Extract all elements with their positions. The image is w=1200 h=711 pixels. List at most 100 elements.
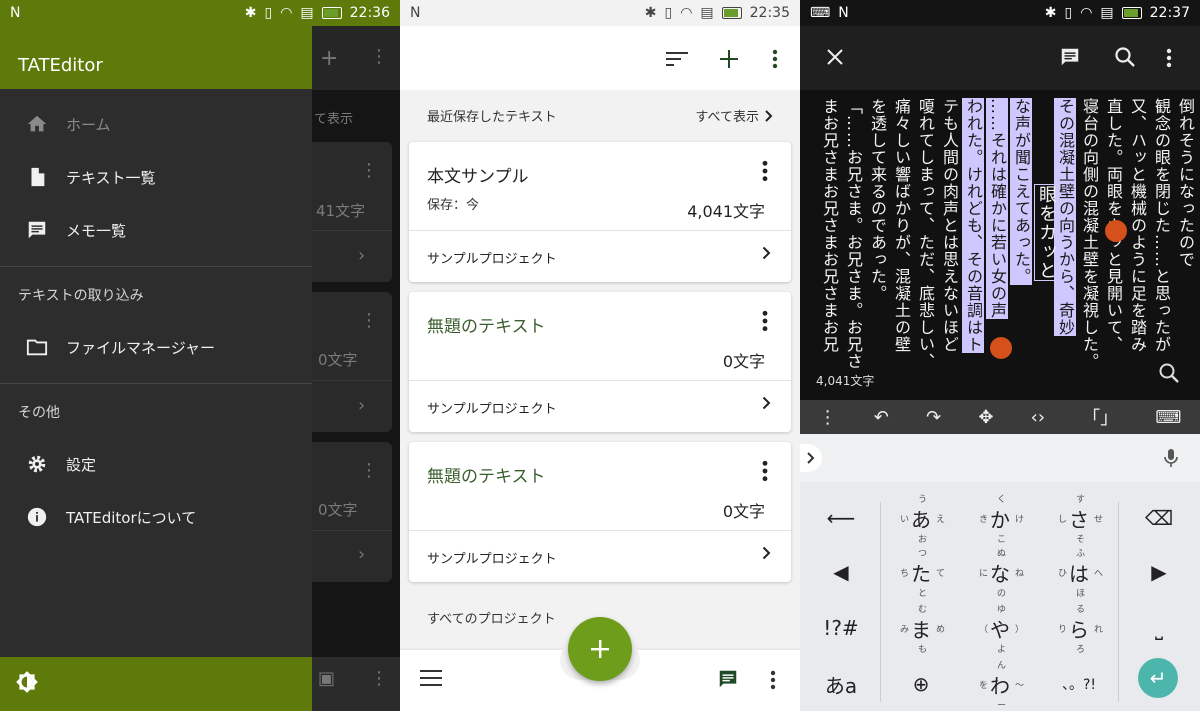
menu-icon[interactable]	[420, 670, 442, 690]
expand-chevron-icon[interactable]	[800, 444, 822, 472]
kana-key[interactable]: かくきけこ	[961, 490, 1039, 546]
kana-key-sub: み	[900, 625, 910, 635]
microphone-icon[interactable]	[1164, 448, 1178, 472]
kana-key-sub: と	[918, 589, 928, 599]
sort-icon[interactable]	[664, 46, 690, 72]
drawer-footer	[0, 657, 312, 711]
drawer-item-label: テキスト一覧	[66, 168, 156, 187]
notification-n-icon: N	[410, 5, 421, 21]
more-vert-icon[interactable]: ⋮	[819, 407, 837, 428]
drawer-item-file-manager[interactable]: ファイルマネージャー	[0, 321, 312, 373]
kana-key-sub: の	[997, 589, 1007, 599]
bluetooth-icon: ✱	[1044, 5, 1057, 21]
code-brackets-icon[interactable]: ‹›	[1031, 407, 1045, 428]
keyboard-divider	[1118, 502, 1119, 702]
key-cursor-left[interactable]: ◀	[802, 544, 880, 600]
app-title: TATEditor	[18, 55, 103, 76]
background-count: 0文字	[318, 501, 358, 519]
kana-key[interactable]: まむみ めも	[882, 600, 960, 656]
more-icon[interactable]	[1166, 48, 1172, 72]
editor-toolbar	[800, 26, 1200, 90]
show-all-label: すべて表示	[695, 110, 759, 125]
kana-key[interactable]: わんを 〜ー	[961, 656, 1039, 711]
text-column: 倒れそうになったので	[1176, 98, 1195, 268]
chevron-right-icon[interactable]	[762, 546, 771, 560]
kana-key[interactable]: なぬに ねの	[961, 544, 1039, 600]
card-more-icon[interactable]	[759, 310, 771, 332]
close-icon[interactable]	[826, 48, 844, 70]
show-all-link[interactable]: すべて表示	[695, 106, 773, 125]
card-project[interactable]: サンプルプロジェクト	[427, 248, 557, 267]
drawer-item-text-list[interactable]: テキスト一覧	[0, 151, 312, 203]
background-show-all: て表示	[314, 112, 354, 127]
kana-key-main: ま	[911, 617, 931, 642]
bracket-insert-icon[interactable]: 「」	[1082, 404, 1118, 430]
card-project[interactable]: サンプルプロジェクト	[427, 548, 557, 567]
text-column: まお兄さまお兄さまお兄さまお兄	[820, 98, 839, 353]
chevron-right-icon[interactable]	[762, 246, 771, 260]
kana-key[interactable]: らるり れろ	[1040, 600, 1118, 656]
card-title: 本文サンプル	[427, 167, 529, 187]
navigation-drawer: TATEditor ホーム テキスト一覧 メモ一覧 テキストの取り込み ファイル…	[0, 26, 312, 711]
kana-key-main: さ	[1069, 507, 1089, 532]
keyboard-toggle-icon[interactable]: ⌨	[1155, 407, 1181, 428]
drawer-item-about[interactable]: TATEditorについて	[0, 491, 312, 543]
memo-icon[interactable]	[716, 668, 740, 694]
selection-handle-end[interactable]	[990, 337, 1012, 359]
theme-toggle-icon[interactable]	[14, 669, 40, 699]
more-icon[interactable]	[770, 670, 776, 694]
chevron-right-icon	[765, 109, 773, 122]
drawer-item-home[interactable]: ホーム	[0, 98, 312, 150]
selection-handle-start[interactable]	[1105, 220, 1127, 242]
card-divider	[409, 380, 791, 381]
kana-key[interactable]: はふひ へほ	[1040, 544, 1118, 600]
text-card[interactable]: 無題のテキスト 0文字 サンプルプロジェクト	[409, 292, 791, 432]
key-delete[interactable]: ⌫	[1120, 490, 1198, 546]
battery-icon	[321, 7, 342, 19]
add-icon[interactable]	[716, 46, 742, 72]
vertical-text-editor[interactable]: 倒れそうになったので 観念の眼を閉じた……と思ったが 又、ハッと機械のように足を…	[800, 90, 1200, 400]
background-count: 0文字	[318, 351, 358, 369]
kana-key[interactable]: さすしせそ	[1040, 490, 1118, 546]
chevron-right-icon[interactable]	[762, 396, 771, 410]
memo-icon[interactable]	[1058, 46, 1082, 72]
new-text-fab[interactable]	[568, 617, 632, 681]
zoom-icon[interactable]	[1158, 362, 1180, 388]
card-more-icon[interactable]	[759, 160, 771, 182]
folder-icon	[24, 334, 50, 360]
kana-key-main: あ	[911, 507, 931, 532]
toolbar	[400, 26, 800, 90]
text-card[interactable]: 無題のテキスト 0文字 サンプルプロジェクト	[409, 442, 791, 582]
key-cursor-right[interactable]: ▶	[1120, 544, 1198, 600]
undo-icon[interactable]: ↶	[874, 407, 889, 428]
kana-key[interactable]: やゆ （ ） よ	[961, 600, 1039, 656]
kana-key-sub: ん	[997, 661, 1007, 671]
kana-key[interactable]: あういえお	[882, 490, 960, 546]
key-globe[interactable]: ⊕	[882, 656, 960, 711]
text-card[interactable]: 本文サンプル 保存：今 4,041文字 サンプルプロジェクト	[409, 142, 791, 282]
search-icon[interactable]	[1114, 46, 1136, 72]
key-symbols[interactable]: !?#	[802, 600, 880, 656]
move-cursor-icon[interactable]: ✥	[978, 407, 993, 428]
card-title: 無題のテキスト	[427, 317, 546, 337]
drawer-item-memo-list[interactable]: メモ一覧	[0, 204, 312, 256]
vibrate-icon: ▯	[664, 5, 673, 21]
card-char-count: 0文字	[722, 502, 765, 521]
kana-key[interactable]: たつち てと	[882, 544, 960, 600]
kana-key-sub: す	[1076, 495, 1086, 505]
vibrate-icon: ▯	[1064, 5, 1073, 21]
key-kana-switch[interactable]: あa	[802, 656, 880, 711]
card-more-icon[interactable]	[759, 460, 771, 482]
redo-icon[interactable]: ↷	[926, 407, 941, 428]
kana-key-sub: ー	[997, 701, 1007, 711]
drawer-header: TATEditor	[0, 26, 312, 89]
drawer-item-settings[interactable]: 設定	[0, 438, 312, 490]
more-icon[interactable]	[762, 46, 788, 72]
card-project[interactable]: サンプルプロジェクト	[427, 398, 557, 417]
key-space[interactable]: ⎵	[1120, 600, 1198, 656]
kana-key-main: わ	[990, 673, 1010, 698]
key-backspace-left[interactable]: ⟵	[802, 490, 880, 546]
key-enter[interactable]: ↵	[1138, 658, 1178, 698]
key-punctuation[interactable]: 、。?!	[1040, 656, 1118, 711]
battery-icon	[1121, 7, 1142, 19]
